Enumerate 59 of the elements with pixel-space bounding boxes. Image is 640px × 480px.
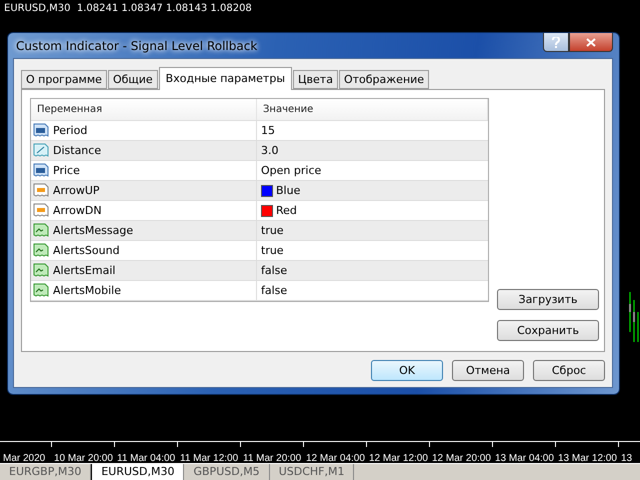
- tab[interactable]: Входные параметры: [158, 67, 292, 90]
- time-axis-label: 12 Mar 20:00: [432, 452, 491, 465]
- close-icon: [586, 38, 596, 46]
- parameter-type-icon: [33, 283, 49, 298]
- parameter-name: AlertsMobile: [53, 284, 121, 297]
- parameter-type-icon: [33, 263, 49, 278]
- parameter-type-icon: [33, 123, 49, 138]
- window-title: Custom Indicator - Signal Level Rollback: [15, 38, 258, 52]
- column-header[interactable]: Значение: [257, 99, 488, 120]
- time-axis-label: 11 Mar 12:00: [180, 452, 238, 465]
- parameter-value[interactable]: false: [261, 284, 288, 297]
- parameter-value[interactable]: true: [261, 224, 284, 237]
- help-icon: [552, 36, 560, 48]
- parameter-value[interactable]: Open price: [261, 164, 322, 177]
- tab[interactable]: Общие: [108, 70, 158, 89]
- parameter-value[interactable]: true: [261, 244, 284, 257]
- tab[interactable]: Цвета: [293, 70, 338, 89]
- parameter-type-icon: [33, 183, 49, 198]
- time-axis-label: 10 Mar 20:00: [54, 452, 113, 465]
- chart-symbol-prices: EURUSD,M30 1.08241 1.08347 1.08143 1.08208: [3, 2, 253, 16]
- column-header[interactable]: Переменная: [31, 99, 257, 120]
- side-button[interactable]: Сохранить: [497, 320, 599, 341]
- dialog-button[interactable]: OK: [371, 360, 443, 381]
- parameter-type-icon: [33, 243, 49, 258]
- candlestick-drawing: [628, 292, 640, 342]
- parameter-name: Price: [53, 164, 80, 177]
- parameter-value[interactable]: Blue: [276, 184, 300, 197]
- time-axis-label: 13: [621, 452, 632, 465]
- parameter-name: AlertsEmail: [53, 264, 116, 277]
- close-button[interactable]: [569, 33, 613, 52]
- time-axis-label: 12 Mar 04:00: [306, 452, 365, 465]
- parameter-name: Period: [53, 124, 88, 137]
- side-button[interactable]: Загрузить: [497, 289, 599, 310]
- parameter-value[interactable]: false: [261, 264, 288, 277]
- help-button[interactable]: [543, 33, 569, 52]
- parameter-value[interactable]: Red: [276, 204, 297, 217]
- tab[interactable]: О программе: [21, 70, 107, 89]
- chart-tab[interactable]: EURUSD,M30: [91, 464, 184, 480]
- dialog-button[interactable]: Сброс: [533, 360, 605, 381]
- time-axis-label: 12 Mar 12:00: [369, 452, 428, 465]
- chart-tab[interactable]: GBPUSD,M5: [184, 464, 270, 480]
- chart-tab[interactable]: USDCHF,M1: [270, 464, 354, 480]
- parameter-name: ArrowDN: [53, 204, 102, 217]
- time-axis-label: 11 Mar 20:00: [243, 452, 302, 465]
- parameter-name: ArrowUP: [53, 184, 100, 197]
- dialog-button[interactable]: Отмена: [452, 360, 524, 381]
- parameter-name: AlertsSound: [53, 244, 120, 257]
- time-axis-label: 13 Mar 12:00: [558, 452, 617, 465]
- time-axis-label: 13 Mar 04:00: [495, 452, 554, 465]
- time-axis-label: Mar 2020: [3, 452, 46, 465]
- time-axis-label: 11 Mar 04:00: [117, 452, 176, 465]
- tab[interactable]: Отображение: [338, 70, 430, 89]
- parameter-name: AlertsMessage: [53, 224, 134, 237]
- parameter-value[interactable]: 3.0: [261, 144, 278, 157]
- parameter-type-icon: [33, 223, 49, 238]
- parameter-type-icon: [33, 163, 49, 178]
- parameter-type-icon: [33, 143, 49, 158]
- parameter-value[interactable]: 15: [261, 124, 275, 137]
- parameter-name: Distance: [53, 144, 102, 157]
